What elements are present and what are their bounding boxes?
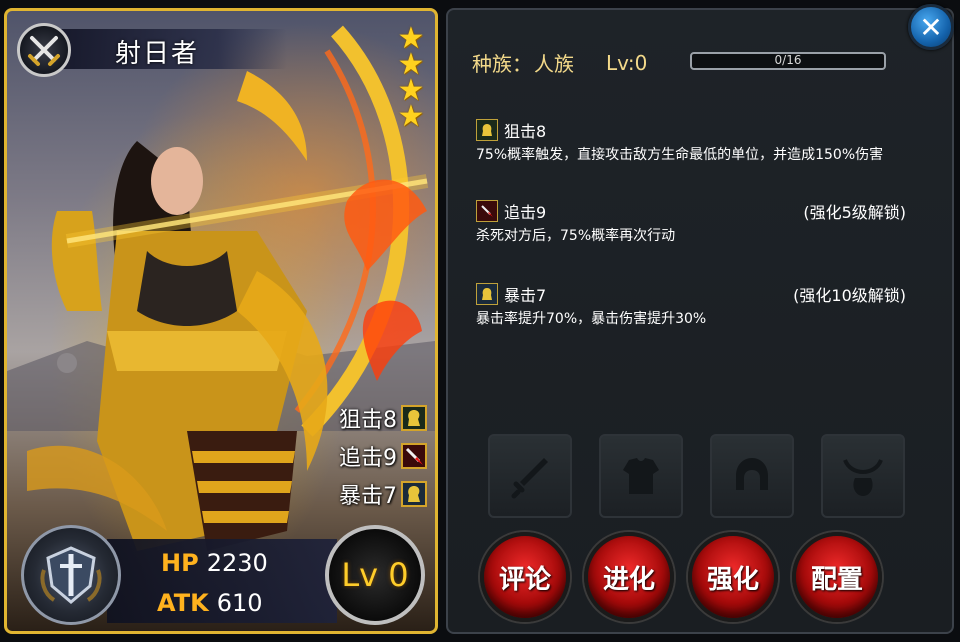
star-rating: ★ ★ ★ ★ — [397, 24, 427, 134]
xp-text: 0/16 — [774, 53, 802, 67]
skill-unlock-text: (强化10级解锁) — [793, 286, 906, 305]
armor-slot-icon — [623, 458, 659, 494]
evolve-button[interactable]: 进化 — [584, 532, 674, 622]
equipment-slot-accessory[interactable] — [821, 434, 905, 518]
skill-tag-label: 暴击7 — [339, 484, 397, 509]
skill-name: 暴击7 — [504, 286, 547, 305]
hero-name: 射日者 — [115, 39, 200, 69]
hero-card: 射日者 ★ ★ ★ ★ 狙击8 追击9 暴击7 HP 2230 ATK 610 … — [4, 8, 438, 634]
level-label: Lv:0 — [606, 50, 648, 75]
pursuit-icon — [476, 200, 498, 222]
hp-stat: HP 2230 — [161, 549, 268, 577]
action-buttons: 评论 进化 强化 配置 — [480, 532, 896, 622]
race-label: 种族： — [472, 52, 532, 76]
skill-tag: 暴击7 — [339, 475, 427, 513]
snipe-icon — [401, 405, 427, 431]
star-icon: ★ — [397, 99, 425, 134]
class-shield-icon — [21, 525, 121, 625]
equipment-slot-weapon[interactable] — [488, 434, 572, 518]
hp-value: 2230 — [206, 549, 268, 577]
hero-name-bar: 射日者 — [17, 23, 297, 77]
atk-value: 610 — [216, 589, 263, 617]
equipment-slot-helmet[interactable] — [710, 434, 794, 518]
skill-name: 追击9 — [504, 203, 547, 222]
configure-button[interactable]: 配置 — [792, 532, 882, 622]
skill-tag: 狙击8 — [339, 399, 427, 437]
skill-name: 狙击8 — [504, 122, 547, 141]
race-value: 人族 — [534, 52, 574, 76]
close-button[interactable]: ✕ — [908, 4, 954, 50]
xp-progress-bar: 0/16 — [690, 52, 886, 70]
skill-description: 杀死对方后，75%概率再次行动 — [476, 228, 676, 244]
skill-description: 75%概率触发，直接攻击敌方生命最低的单位，并造成150%伤害 — [476, 147, 884, 163]
sword-slot-icon — [511, 458, 548, 499]
close-icon[interactable]: ✕ — [919, 11, 942, 44]
skill-tag-label: 狙击8 — [339, 408, 397, 433]
skill-description: 暴击率提升70%，暴击伤害提升30% — [476, 311, 707, 327]
enhance-button[interactable]: 强化 — [688, 532, 778, 622]
critical-icon — [401, 481, 427, 507]
skill-entry: 追击9 (强化5级解锁) 杀死对方后，75%概率再次行动 — [476, 199, 916, 247]
snipe-icon — [476, 119, 498, 141]
skill-tag-list: 狙击8 追击9 暴击7 — [339, 399, 427, 513]
skill-entry: 暴击7 (强化10级解锁) 暴击率提升70%，暴击伤害提升30% — [476, 282, 916, 330]
atk-stat: ATK 610 — [157, 589, 263, 617]
accessory-slot-icon — [843, 459, 883, 496]
skill-entry: 狙击8 75%概率触发，直接攻击敌方生命最低的单位，并造成150%伤害 — [476, 118, 916, 166]
hp-label: HP — [161, 549, 199, 577]
level-badge: Lv 0 — [325, 525, 425, 625]
skill-tag-label: 追击9 — [339, 446, 397, 471]
hero-stats-bar: HP 2230 ATK 610 Lv 0 — [7, 523, 435, 631]
skill-tag: 追击9 — [339, 437, 427, 475]
pursuit-icon — [401, 443, 427, 469]
atk-label: ATK — [157, 589, 209, 617]
critical-icon — [476, 283, 498, 305]
equipment-slot-armor[interactable] — [599, 434, 683, 518]
equipment-slots — [488, 434, 932, 518]
crossed-swords-icon — [17, 23, 71, 77]
race-level-row: 种族： 人族 Lv:0 — [472, 48, 647, 77]
helmet-slot-icon — [736, 458, 768, 490]
comment-button[interactable]: 评论 — [480, 532, 570, 622]
skill-unlock-text: (强化5级解锁) — [803, 203, 906, 222]
